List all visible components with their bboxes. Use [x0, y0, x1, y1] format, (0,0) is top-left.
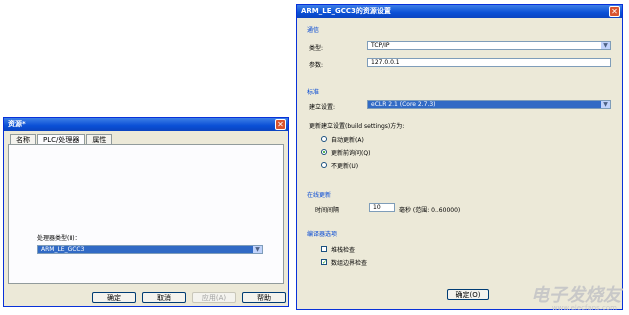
chevron-down-icon[interactable]: ▼: [253, 246, 262, 253]
tab-panel: 处理器类型(Ⅱ)： ARM_LE_GCC3 ▼: [8, 144, 284, 284]
param-value: 127.0.0.1: [371, 59, 400, 66]
watermark-url: www.elecfans.com: [551, 304, 617, 312]
update-title: 更新建立设置(build settings)方为:: [309, 123, 405, 130]
close-icon[interactable]: ✕: [275, 119, 286, 130]
protocol-value: TCP/IP: [371, 42, 390, 49]
update-none-label[interactable]: 不更新(U): [331, 161, 358, 170]
interval-input[interactable]: 10: [369, 203, 395, 212]
ok-button[interactable]: 确定: [92, 292, 136, 303]
build-setting-label: 建立设置:: [309, 104, 336, 111]
update-auto-radio[interactable]: [321, 136, 327, 142]
settings-ok-button[interactable]: 确定(O): [447, 289, 489, 300]
bounds-check-checkbox[interactable]: ✓: [321, 259, 327, 266]
resource-dialog-titlebar[interactable]: 资源* ✕: [4, 118, 288, 131]
comm-section-title: 通信: [307, 27, 320, 34]
update-none-radio[interactable]: [321, 162, 327, 168]
processor-type-select[interactable]: ARM_LE_GCC3 ▼: [37, 245, 263, 254]
stack-check-label[interactable]: 堆栈检查: [331, 245, 355, 254]
settings-titlebar[interactable]: ARM_LE_GCC3的资源设置 ✕: [297, 5, 622, 18]
protocol-select[interactable]: TCP/IP ▼: [367, 41, 611, 50]
settings-title: ARM_LE_GCC3的资源设置: [301, 7, 391, 15]
build-section-title: 标准: [307, 89, 320, 96]
chevron-down-icon[interactable]: ▼: [601, 42, 610, 49]
param-input[interactable]: 127.0.0.1: [367, 58, 611, 67]
resource-dialog: 资源* ✕ 名称 PLC/处理器 属性 处理器类型(Ⅱ)： ARM_LE_GCC…: [3, 117, 289, 307]
compiler-section-title: 编译器选项: [307, 231, 338, 238]
processor-type-value: ARM_LE_GCC3: [41, 246, 85, 253]
cancel-button[interactable]: 取消: [142, 292, 186, 303]
resource-settings-dialog: ARM_LE_GCC3的资源设置 ✕ 通信 类型: TCP/IP ▼ 参数: 1…: [296, 4, 623, 310]
bounds-check-label[interactable]: 数组边界检查: [331, 258, 367, 267]
update-auto-label[interactable]: 自动更新(A): [331, 135, 364, 144]
resource-tabs: 名称 PLC/处理器 属性: [10, 134, 113, 145]
update-ask-radio[interactable]: [321, 149, 327, 155]
build-setting-value: eCLR 2.1 (Core 2.7.3): [371, 101, 436, 108]
param-label: 参数:: [309, 62, 324, 69]
interval-label: 时间间隔: [315, 207, 340, 214]
chevron-down-icon[interactable]: ▼: [601, 101, 610, 108]
processor-type-label: 处理器类型(Ⅱ)：: [37, 235, 81, 242]
close-icon[interactable]: ✕: [609, 6, 620, 17]
interval-unit: 毫秒 (范围: 0..60000): [399, 207, 461, 214]
apply-button[interactable]: 应用(A): [192, 292, 236, 303]
update-ask-label[interactable]: 更新前询问(Q): [331, 148, 370, 157]
stack-check-checkbox[interactable]: [321, 246, 327, 252]
resource-dialog-title: 资源*: [8, 120, 26, 128]
interval-value: 10: [373, 204, 381, 211]
protocol-label: 类型:: [309, 45, 324, 52]
build-setting-select[interactable]: eCLR 2.1 (Core 2.7.3) ▼: [367, 100, 611, 109]
help-button[interactable]: 帮助: [242, 292, 286, 303]
online-section-title: 在线更新: [307, 192, 332, 199]
